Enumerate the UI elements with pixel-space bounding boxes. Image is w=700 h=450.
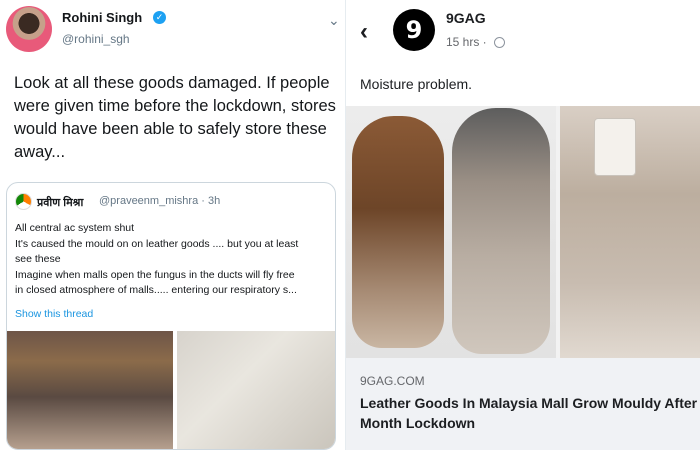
tweet-panel: Rohini Singh ✓ @rohini_sgh ⌄ Look at all… <box>0 0 345 450</box>
post-image[interactable] <box>346 106 700 358</box>
chevron-down-icon[interactable]: ⌄ <box>328 12 340 29</box>
quoted-line: All central ac system shut <box>15 222 135 234</box>
page-logo[interactable]: 9 <box>393 9 435 51</box>
chevron-left-icon[interactable]: ‹ <box>360 18 368 46</box>
shoe-left <box>352 116 444 348</box>
facebook-post-panel: ‹ 9 9GAG 15 hrs · Moisture problem. 9GAG… <box>345 0 700 450</box>
avatar[interactable] <box>6 6 52 52</box>
quoted-tweet-header: प्रवीण मिश्रा @praveenm_mishra · 3h <box>15 193 325 211</box>
author-handle[interactable]: @rohini_sgh <box>62 32 130 46</box>
post-text: Moisture problem. <box>360 76 473 92</box>
link-preview[interactable]: 9GAG.COM Leather Goods In Malaysia Mall … <box>346 358 700 450</box>
quoted-line: It's caused the mould on on leather good… <box>15 237 299 250</box>
link-title[interactable]: Leather Goods In Malaysia Mall Grow Moul… <box>360 393 700 433</box>
quoted-line: see these <box>15 253 61 265</box>
avatar <box>15 193 32 210</box>
quoted-author-handle: @praveenm_mishra · 3h <box>99 195 221 207</box>
show-thread-link[interactable]: Show this thread <box>15 308 93 320</box>
quoted-tweet[interactable]: प्रवीण मिश्रा @praveenm_mishra · 3h All … <box>6 182 336 450</box>
page-name[interactable]: 9GAG <box>446 10 486 26</box>
tweet-header: Rohini Singh ✓ @rohini_sgh ⌄ <box>6 6 340 56</box>
quoted-author-name: प्रवीण मिश्रा <box>37 197 84 209</box>
quoted-line: Imagine when malls open the fungus in th… <box>15 268 295 281</box>
verified-badge-icon: ✓ <box>153 11 166 24</box>
mouldy-shoes-photo[interactable] <box>177 331 335 449</box>
globe-icon <box>494 37 505 48</box>
mouldy-shoes-image <box>346 106 556 358</box>
post-time[interactable]: 15 hrs · <box>446 35 487 49</box>
price-tag <box>594 118 636 176</box>
tweet-text: Look at all these goods damaged. If peop… <box>14 74 336 161</box>
mall-photo[interactable] <box>7 331 173 449</box>
shoe-right <box>452 108 550 354</box>
link-domain: 9GAG.COM <box>360 374 425 388</box>
author-name[interactable]: Rohini Singh <box>62 10 142 25</box>
quoted-tweet-text: All central ac system shut It's caused t… <box>15 221 331 299</box>
quoted-line: in closed atmosphere of malls..... enter… <box>15 284 297 296</box>
